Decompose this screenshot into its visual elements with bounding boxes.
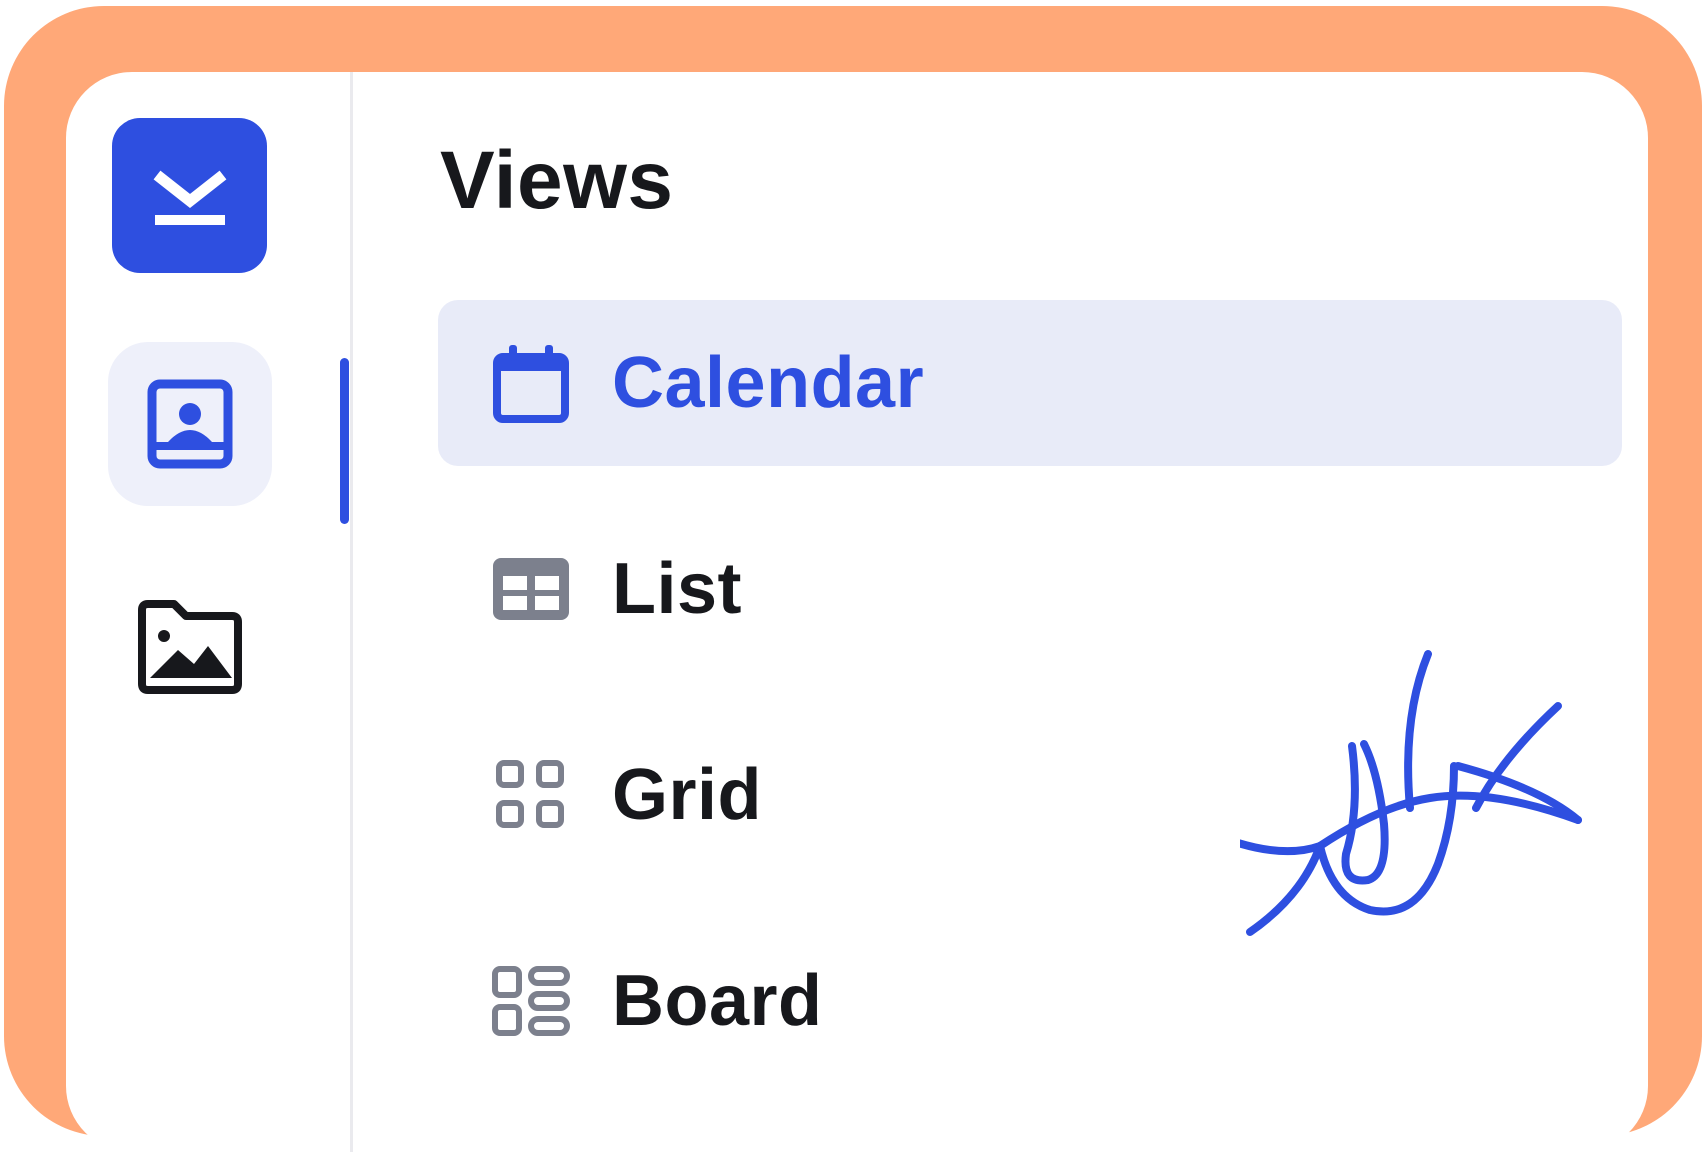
view-label-list: List	[612, 549, 743, 629]
app-panel: Views Calendar List Grid Board	[66, 72, 1648, 1152]
view-label-grid: Grid	[612, 755, 763, 835]
grid-icon	[488, 752, 574, 838]
rail-divider	[350, 72, 353, 1152]
rail-item-contacts[interactable]	[108, 342, 272, 506]
eye-doodle-icon	[1240, 650, 1582, 936]
calendar-icon	[488, 340, 574, 426]
contact-card-icon	[147, 379, 233, 469]
app-logo[interactable]	[112, 118, 267, 273]
view-label-board: Board	[612, 961, 823, 1041]
image-folder-icon	[138, 600, 242, 694]
views-heading: Views	[440, 135, 674, 226]
view-label-calendar: Calendar	[612, 343, 925, 423]
table-icon	[488, 546, 574, 632]
download-tray-logo-icon	[153, 170, 226, 225]
rail-item-media[interactable]	[108, 566, 272, 730]
board-icon	[488, 958, 574, 1044]
active-indicator	[340, 358, 349, 524]
view-item-calendar[interactable]: Calendar	[438, 300, 1622, 466]
